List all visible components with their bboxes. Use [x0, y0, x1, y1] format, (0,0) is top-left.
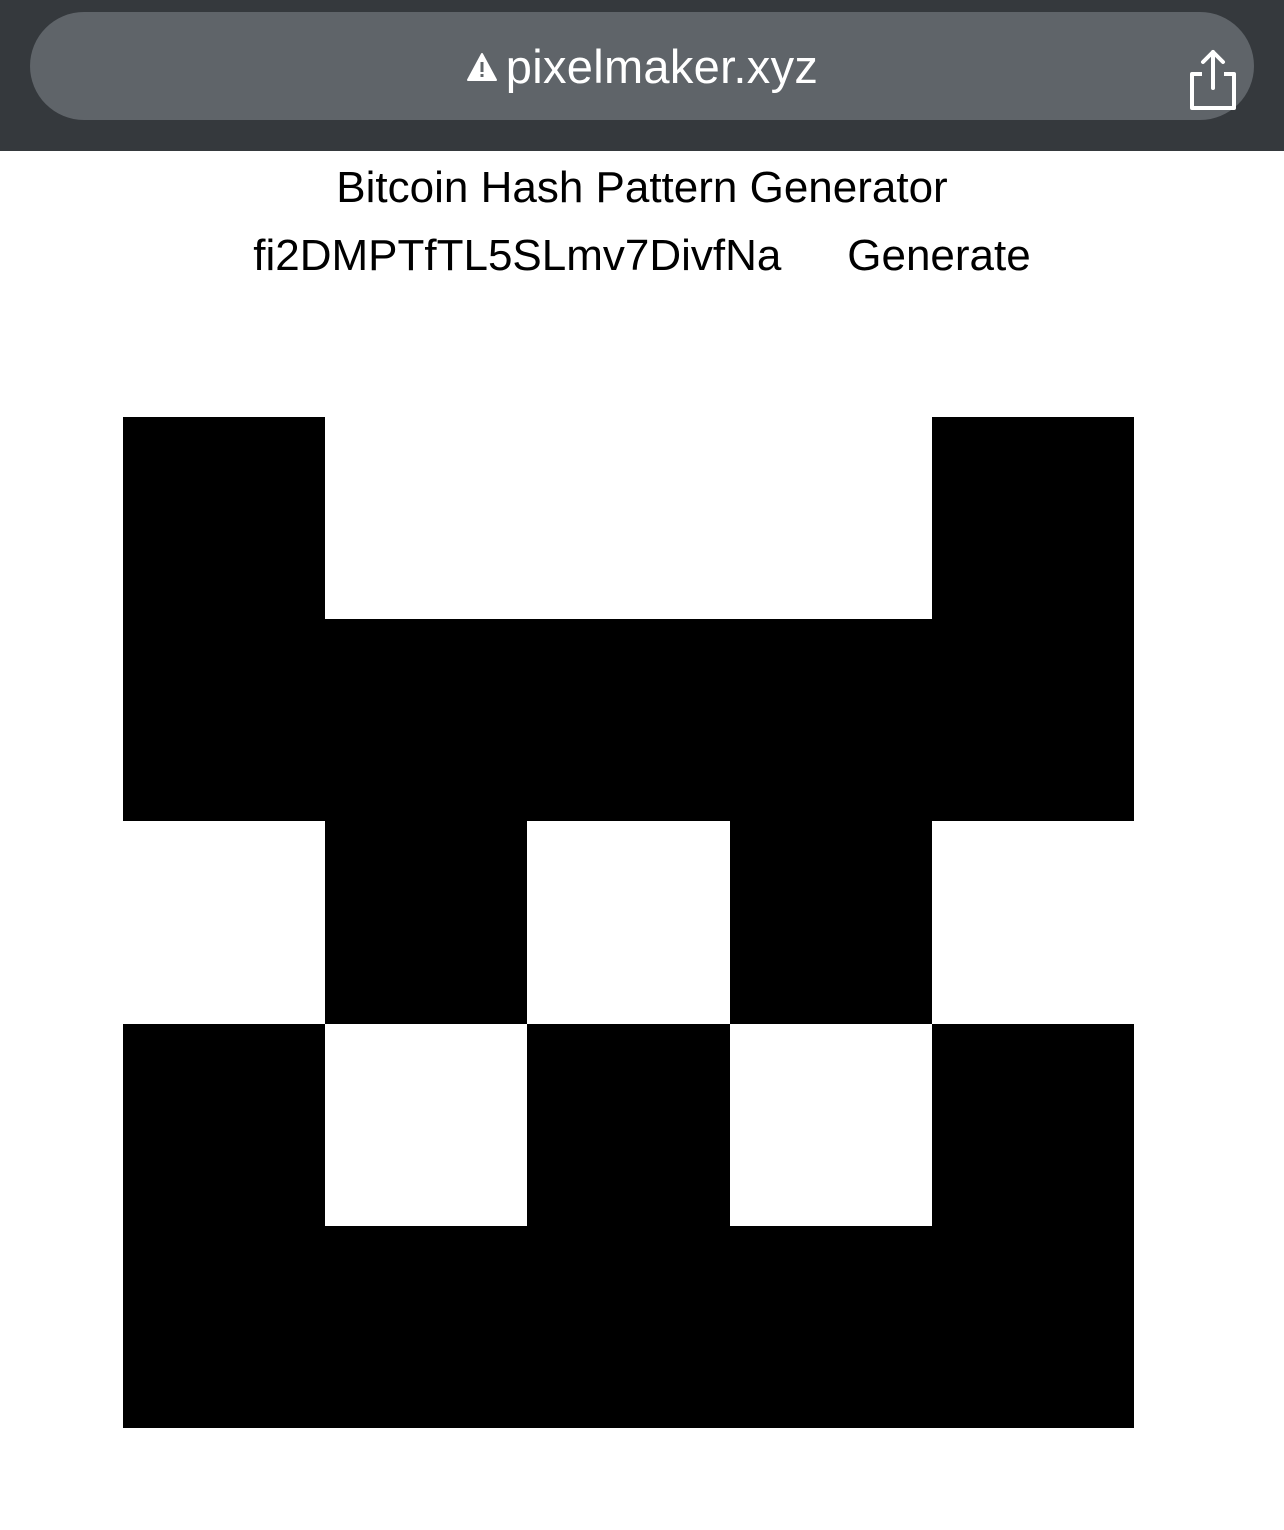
- pattern-cell: [931, 821, 1134, 1024]
- pattern-cell: [931, 1023, 1134, 1226]
- generate-button[interactable]: Generate: [847, 231, 1030, 281]
- pattern-cell: [123, 1023, 326, 1226]
- url-text: pixelmaker.xyz: [505, 39, 819, 93]
- pattern-cell: [729, 1023, 932, 1226]
- browser-toolbar: pixelmaker.xyz: [0, 0, 1284, 151]
- pattern-cell: [931, 1225, 1134, 1428]
- pattern-cell: [729, 619, 932, 822]
- pattern-cell: [527, 619, 730, 822]
- pattern-cell: [123, 1225, 326, 1428]
- pattern-cell: [527, 1225, 730, 1428]
- pattern-cell: [325, 619, 528, 822]
- pattern-cell: [325, 1225, 528, 1428]
- pattern-cell: [325, 821, 528, 1024]
- pattern-cell: [123, 417, 326, 620]
- pattern-cell: [325, 417, 528, 620]
- hash-pattern-grid: [123, 417, 1134, 1428]
- share-icon[interactable]: [1184, 48, 1242, 112]
- pattern-cell: [123, 619, 326, 822]
- url-display[interactable]: pixelmaker.xyz: [30, 12, 1254, 120]
- pattern-cell: [931, 619, 1134, 822]
- page-title: Bitcoin Hash Pattern Generator: [336, 163, 948, 212]
- pattern-cell: [325, 1023, 528, 1226]
- address-bar[interactable]: pixelmaker.xyz: [30, 12, 1254, 120]
- pattern-cell: [729, 821, 932, 1024]
- pattern-cell: [123, 821, 326, 1024]
- pattern-cell: [527, 821, 730, 1024]
- pattern-cell: [931, 417, 1134, 620]
- warning-triangle-icon: [466, 53, 497, 81]
- pattern-cell: [527, 417, 730, 620]
- pattern-cell: [729, 417, 932, 620]
- generator-controls: Generate: [0, 231, 1284, 281]
- pattern-cell: [527, 1023, 730, 1226]
- hash-input[interactable]: [253, 231, 838, 281]
- pattern-cell: [729, 1225, 932, 1428]
